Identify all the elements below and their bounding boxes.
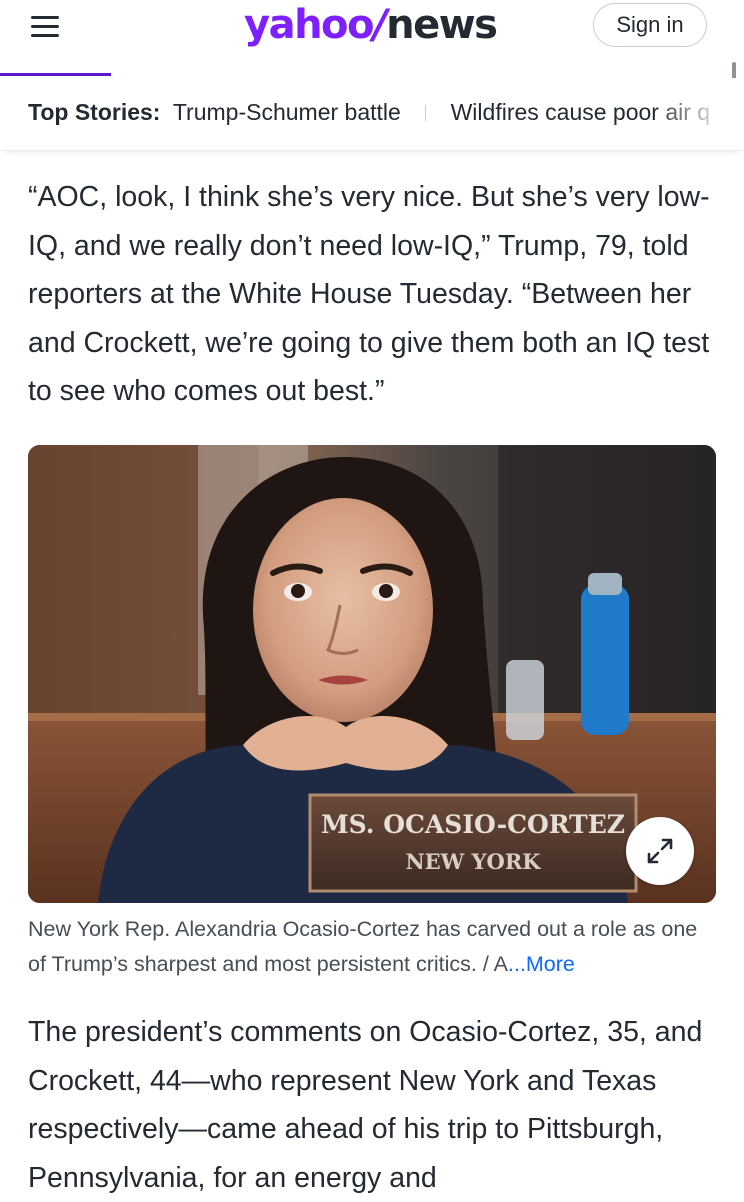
top-stories-fade [654,78,744,150]
sign-in-button[interactable]: Sign in [593,3,707,47]
blue-water-bottle [581,585,629,735]
left-iris [291,584,305,598]
nameplate-name: MS. OCASIO-CORTEZ [321,810,625,839]
nameplate-state: NEW YORK [405,849,541,874]
expand-image-button[interactable] [626,817,694,885]
article-paragraph: “AOC, look, I think she’s very nice. But… [28,181,710,407]
article-photo[interactable]: MS. OCASIO-CORTEZ NEW YORK [28,445,716,903]
article-paragraph: The president’s comments on Ocasio-Corte… [28,1016,703,1194]
logo-yahoo-text: yahoo [244,2,375,48]
top-stories-divider [425,105,427,121]
right-iris [379,584,393,598]
active-tab-indicator [0,73,111,76]
top-stories-bar: Top Stories: Trump-Schumer battle Wildfi… [0,78,744,151]
face [253,498,433,722]
logo-slash-text: / [373,2,388,48]
yahoo-news-logo[interactable]: yahoo/news [244,2,498,52]
photo-illustration: MS. OCASIO-CORTEZ NEW YORK [28,445,716,903]
site-header: yahoo/news Sign in [0,0,744,114]
plastic-water-bottle [506,660,544,740]
blue-bottle-cap [588,573,622,595]
logo-news-text: news [386,2,498,48]
hamburger-menu-icon[interactable] [30,14,62,40]
top-story-link-1[interactable]: Trump-Schumer battle [173,99,401,125]
expand-arrows-icon [647,838,673,864]
caption-text: New York Rep. Alexandria Ocasio-Cortez h… [28,917,698,976]
caption-more-link[interactable]: ...More [508,952,575,976]
image-caption: New York Rep. Alexandria Ocasio-Cortez h… [28,912,718,982]
top-stories-label: Top Stories: [28,99,161,125]
